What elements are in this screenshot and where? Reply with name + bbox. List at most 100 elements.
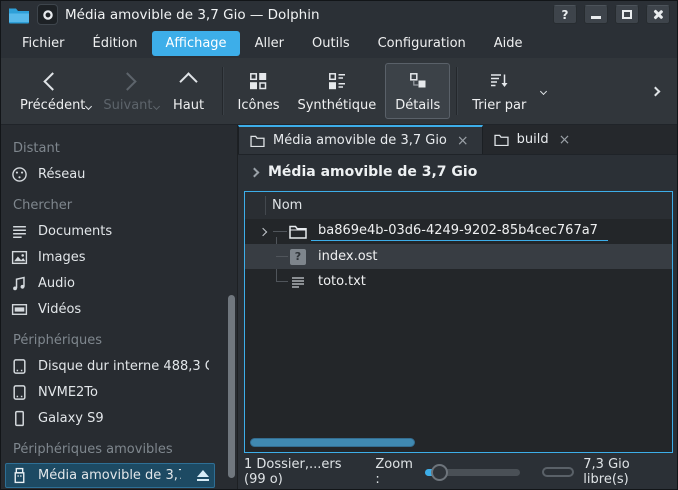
section-header-chercher: Chercher	[1, 188, 237, 218]
icons-view-button[interactable]: Icônes	[229, 64, 289, 118]
zoom-slider-handle[interactable]	[431, 464, 448, 481]
tab-media-amovible[interactable]: Média amovible de 3,7 Gio ×	[238, 125, 483, 154]
sort-icon	[488, 70, 510, 92]
sidebar-item-media-amovible[interactable]: Média amovible de 3,7 …	[5, 463, 215, 488]
sort-by-button[interactable]: Trier par	[463, 64, 535, 118]
usb-stick-icon	[11, 467, 28, 484]
tab-build[interactable]: build ×	[483, 125, 584, 154]
toolbar-separator	[222, 67, 223, 115]
help-button[interactable]: ?	[553, 5, 577, 24]
sidebar-scrollbar[interactable]	[228, 295, 235, 478]
dolphin-folder-icon	[8, 6, 30, 24]
up-button[interactable]: Haut	[162, 64, 216, 118]
menu-configuration[interactable]: Configuration	[365, 31, 479, 56]
text-file-icon	[289, 274, 307, 290]
folder-icon	[494, 134, 509, 146]
sidebar-item-reseau[interactable]: Réseau	[5, 162, 215, 187]
menu-aide[interactable]: Aide	[481, 31, 536, 56]
maximize-icon	[622, 10, 632, 19]
sidebar-item-label: Documents	[38, 224, 209, 239]
back-icon	[44, 72, 62, 90]
file-view[interactable]: Nom ba869e4b-03d6-4249-9202-85b4cec767a7	[244, 191, 673, 453]
folder-icon	[289, 225, 307, 239]
minimize-button[interactable]	[584, 5, 608, 24]
zoom-slider[interactable]	[425, 469, 521, 476]
image-icon	[11, 249, 28, 266]
sidebar-item-nvme2to[interactable]: NVME2To	[5, 380, 215, 405]
back-dropdown-icon	[85, 103, 92, 110]
file-name[interactable]: toto.txt	[318, 274, 366, 289]
icons-view-label: Icônes	[238, 98, 280, 113]
sidebar-item-label: Disque dur interne 488,3 G…	[38, 359, 209, 374]
details-view-label: Détails	[395, 98, 440, 113]
sidebar-item-label: Audio	[38, 276, 209, 291]
tab-bar: Média amovible de 3,7 Gio × build ×	[238, 125, 677, 155]
menu-affichage[interactable]: Affichage	[152, 31, 239, 56]
eject-icon	[197, 470, 209, 477]
music-note-icon	[11, 275, 28, 292]
sidebar-item-images[interactable]: Images	[5, 245, 215, 270]
window-title: Média amovible de 3,7 Gio — Dolphin	[65, 7, 320, 23]
status-summary: 1 Dossier,...ers (99 o)	[244, 457, 366, 487]
breadcrumb-location[interactable]: Média amovible de 3,7 Gio	[268, 164, 477, 180]
menu-aller[interactable]: Aller	[242, 31, 297, 56]
file-row-index-ost[interactable]: ? index.ost	[245, 244, 672, 269]
sidebar-item-galaxy-s9[interactable]: Galaxy S9	[5, 406, 215, 431]
sidebar-item-videos[interactable]: Vidéos	[5, 297, 215, 322]
eject-icon-bar	[197, 479, 209, 481]
toolbar-separator	[456, 67, 457, 115]
status-bar: 1 Dossier,...ers (99 o) Zoom : 7,3 Gio l…	[238, 455, 677, 489]
sidebar-item-audio[interactable]: Audio	[5, 271, 215, 296]
free-space-label: 7,3 Gio libre(s)	[583, 457, 667, 487]
file-row-folder[interactable]: ba869e4b-03d6-4249-9202-85b4cec767a7	[245, 219, 672, 244]
tab-close-icon[interactable]: ×	[455, 134, 471, 148]
back-button[interactable]: Précédent	[11, 64, 94, 118]
horizontal-scrollbar[interactable]	[250, 438, 415, 447]
menu-edition[interactable]: Édition	[80, 31, 151, 56]
maximize-button[interactable]	[615, 5, 639, 24]
up-icon	[179, 72, 197, 90]
close-button[interactable]	[646, 5, 670, 24]
sidebar-item-documents[interactable]: Documents	[5, 219, 215, 244]
compact-view-button[interactable]: Synthétique	[288, 64, 385, 118]
tab-close-icon[interactable]: ×	[557, 133, 573, 147]
menu-outils[interactable]: Outils	[299, 31, 363, 56]
column-header-nom[interactable]: Nom	[272, 198, 302, 213]
tree-line	[273, 231, 287, 232]
hard-drive-icon	[11, 358, 28, 375]
folder-icon	[250, 135, 265, 147]
column-header-row: Nom	[245, 192, 672, 219]
toolbar: Précédent Suivant Haut Icônes	[1, 58, 677, 125]
sidebar-item-label: NVME2To	[38, 385, 209, 400]
hard-drive-icon	[11, 384, 28, 401]
details-view-button[interactable]: Détails	[385, 63, 450, 119]
content: Distant Réseau Chercher Documents Images	[1, 125, 677, 489]
sort-dropdown-icon[interactable]	[540, 87, 547, 94]
minimize-icon	[591, 11, 601, 19]
file-rows: ba869e4b-03d6-4249-9202-85b4cec767a7 ? i…	[245, 219, 672, 294]
breadcrumb: Média amovible de 3,7 Gio	[238, 155, 677, 189]
forward-button[interactable]: Suivant	[94, 64, 161, 118]
sidebar-item-label: Galaxy S9	[38, 411, 209, 426]
file-name[interactable]: index.ost	[318, 249, 378, 264]
toolbar-overflow-button[interactable]	[644, 80, 667, 103]
tab-label: Média amovible de 3,7 Gio	[273, 133, 447, 148]
eject-button[interactable]	[197, 470, 209, 481]
menubar: Fichier Édition Affichage Aller Outils C…	[1, 28, 677, 58]
file-name[interactable]: ba869e4b-03d6-4249-9202-85b4cec767a7	[311, 223, 608, 241]
details-view-icon	[407, 70, 429, 92]
menu-fichier[interactable]: Fichier	[9, 31, 78, 56]
unknown-file-icon: ?	[289, 249, 307, 265]
sort-by-label: Trier par	[472, 98, 526, 113]
expand-arrow-icon[interactable]	[259, 227, 267, 235]
main-panel: Média amovible de 3,7 Gio × build × Médi…	[238, 125, 677, 489]
section-header-distant: Distant	[1, 131, 237, 161]
titlebar: Média amovible de 3,7 Gio — Dolphin ?	[1, 1, 677, 28]
breadcrumb-chevron-icon[interactable]	[250, 167, 260, 177]
sidebar-item-label: Réseau	[38, 167, 209, 182]
file-row-toto-txt[interactable]: toto.txt	[245, 269, 672, 294]
sidebar-item-disque-dur[interactable]: Disque dur interne 488,3 G…	[5, 354, 215, 379]
sidebar-item-label: Images	[38, 250, 209, 265]
places-panel: Distant Réseau Chercher Documents Images	[1, 125, 238, 489]
window-badge-icon[interactable]	[37, 4, 58, 25]
